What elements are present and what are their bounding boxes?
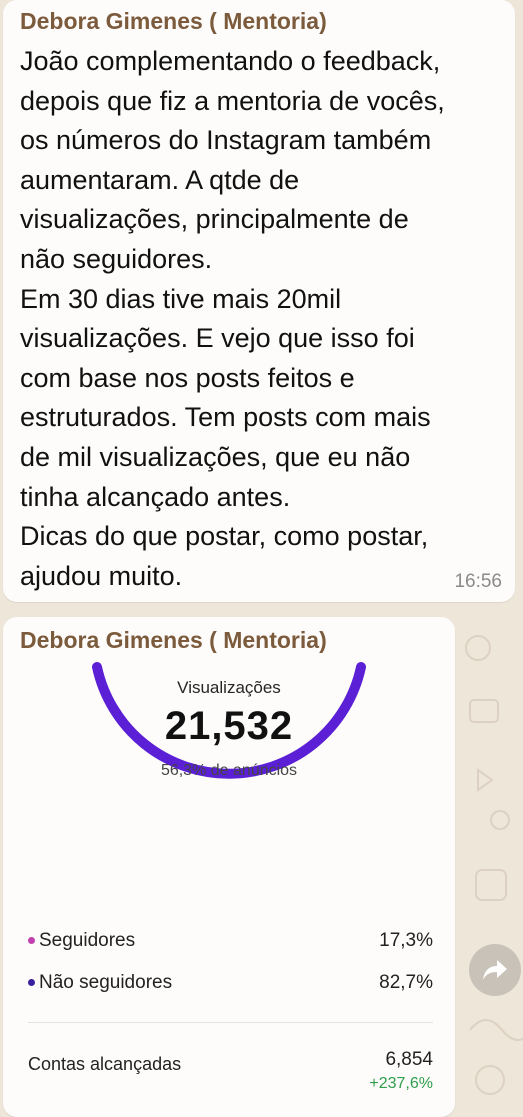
followers-row: Seguidores 17,3% xyxy=(28,928,433,956)
non-followers-dot xyxy=(28,979,35,986)
message-line: tinha alcançado antes. xyxy=(20,481,291,512)
followers-value: 17,3% xyxy=(379,930,433,951)
message-line: estruturados. Tem posts com mais xyxy=(20,402,431,433)
message-line: Dicas do que postar, como postar, xyxy=(20,521,429,552)
followers-label: Seguidores xyxy=(39,930,136,951)
message-line: não seguidores. xyxy=(20,243,213,274)
followers-dot xyxy=(28,937,35,944)
message-line: os números do Instagram também xyxy=(20,125,432,156)
ads-percentage: 56,3% de anúncios xyxy=(160,762,298,779)
forward-arrow-icon xyxy=(483,960,507,980)
message-bubble-image[interactable]: Debora Gimenes ( Mentoria) Visualizações… xyxy=(3,617,455,1117)
accounts-reached-label: Contas alcançadas xyxy=(28,1054,182,1074)
accounts-reached-value: 6,854 xyxy=(385,1049,433,1070)
sender-name[interactable]: Debora Gimenes ( Mentoria) xyxy=(20,8,327,35)
views-value: 21,532 xyxy=(164,704,294,748)
message-line: com base nos posts feitos e xyxy=(20,362,355,393)
message-line: aumentaram. A qtde de xyxy=(20,164,300,195)
message-line: de mil visualizações, que eu não xyxy=(20,441,411,472)
message-line: depois que fiz a mentoria de vocês, xyxy=(20,85,445,116)
message-line: visualizações. E vejo que isso foi xyxy=(20,323,415,354)
non-followers-value: 82,7% xyxy=(379,972,433,993)
views-label: Visualizações xyxy=(177,678,281,697)
message-text: João complementando o feedback, depois q… xyxy=(20,42,512,596)
message-line: João complementando o feedback, xyxy=(20,46,441,76)
message-timestamp: 16:56 xyxy=(454,571,502,592)
message-line: Em 30 dias tive mais 20mil xyxy=(20,283,342,314)
forward-button[interactable] xyxy=(469,944,521,996)
divider xyxy=(28,1022,433,1023)
message-line: visualizações, principalmente de xyxy=(20,204,409,235)
non-followers-label: Não seguidores xyxy=(39,972,173,993)
accounts-reached-change: +237,6% xyxy=(369,1075,433,1092)
non-followers-row: Não seguidores 82,7% xyxy=(28,970,433,998)
message-line: ajudou muito. xyxy=(20,560,183,591)
message-bubble-text[interactable]: Debora Gimenes ( Mentoria) João compleme… xyxy=(3,0,515,602)
sender-name[interactable]: Debora Gimenes ( Mentoria) xyxy=(20,627,327,654)
